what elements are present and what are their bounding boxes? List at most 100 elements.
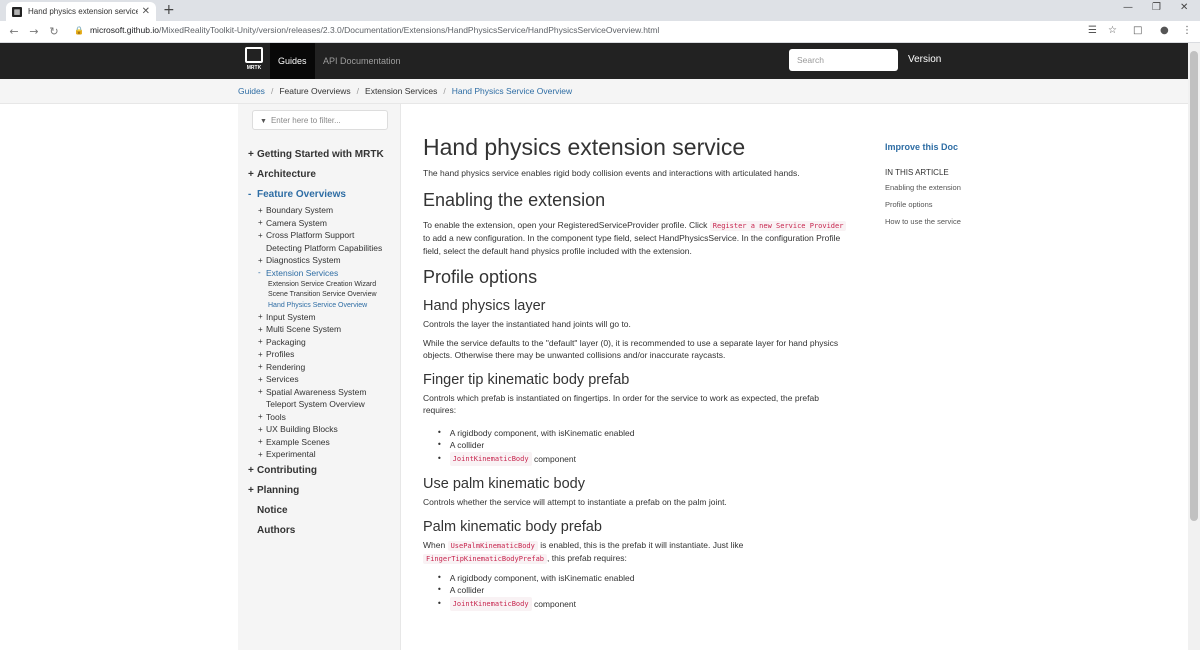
version-dropdown[interactable]: Version: [908, 54, 941, 65]
expand-icon[interactable]: +: [258, 437, 266, 446]
toc-item[interactable]: + Diagnostics System: [248, 254, 398, 267]
toc-item[interactable]: + Experimental: [248, 448, 398, 461]
minimize-icon[interactable]: —: [1123, 2, 1133, 13]
toc-extension-services[interactable]: - Extension Services: [248, 267, 398, 280]
toc-item[interactable]: Teleport System Overview: [248, 398, 398, 411]
expand-icon[interactable]: +: [258, 256, 266, 265]
toc-contributing[interactable]: + Contributing: [248, 461, 398, 481]
affix-link-enabling[interactable]: Enabling the extension: [885, 183, 1005, 200]
toc-subitem[interactable]: Extension Service Creation Wizard: [248, 279, 398, 290]
breadcrumb-current[interactable]: Hand Physics Service Overview: [452, 86, 572, 96]
affix-link-profile-options[interactable]: Profile options: [885, 200, 1005, 217]
affix-link-how-to-use[interactable]: How to use the service: [885, 217, 1005, 234]
bookmark-star-icon[interactable]: ☆: [1108, 25, 1117, 36]
expand-icon[interactable]: +: [258, 362, 266, 371]
toc-label: Boundary System: [266, 205, 334, 216]
browser-tab[interactable]: ▦ Hand physics extension service | ✕: [6, 2, 156, 21]
toc-item[interactable]: + Packaging: [248, 336, 398, 349]
text-fragment: component: [531, 453, 576, 464]
inline-code: Register a new Service Provider: [709, 220, 847, 231]
filter-placeholder: Enter here to filter...: [270, 116, 341, 125]
toc-label: Planning: [257, 485, 300, 496]
expand-icon[interactable]: +: [258, 425, 266, 434]
toc-planning[interactable]: + Planning: [248, 481, 398, 501]
toc-item[interactable]: + Profiles: [248, 348, 398, 361]
expand-icon[interactable]: +: [248, 169, 257, 180]
expand-icon[interactable]: +: [258, 325, 266, 334]
scrollbar-thumb[interactable]: [1190, 51, 1198, 521]
toc-subitem-current[interactable]: Hand Physics Service Overview: [248, 300, 398, 311]
expand-icon[interactable]: +: [258, 350, 266, 359]
expand-icon[interactable]: +: [258, 206, 266, 215]
back-icon[interactable]: ←: [4, 25, 24, 38]
expand-icon[interactable]: +: [248, 149, 257, 160]
nav-guides[interactable]: Guides: [270, 43, 315, 79]
layer-paragraph-2: While the service defaults to the "defau…: [423, 337, 839, 361]
toc-item[interactable]: + Example Scenes: [248, 436, 398, 449]
expand-icon[interactable]: +: [258, 387, 266, 396]
menu-kebab-icon[interactable]: ⋮: [1182, 25, 1192, 36]
breadcrumb-guides[interactable]: Guides: [238, 86, 265, 96]
finger-requirements-list: A rigidbody component, with isKinematic …: [437, 427, 853, 466]
toc-label: Feature Overviews: [257, 188, 346, 200]
toc-label: Contributing: [257, 465, 317, 476]
breadcrumb-feature-overviews[interactable]: Feature Overviews: [279, 86, 350, 96]
inline-code: JointKinematicBody: [449, 596, 532, 611]
toc-feature-overviews[interactable]: - Feature Overviews: [248, 184, 398, 204]
text-fragment: , this prefab requires:: [547, 553, 627, 563]
search-input[interactable]: Search: [789, 49, 898, 71]
toc-item[interactable]: + Cross Platform Support: [248, 229, 398, 242]
layer-paragraph-1: Controls the layer the instantiated hand…: [423, 319, 631, 329]
toc-label: Services: [266, 374, 299, 385]
intro-paragraph: The hand physics service enables rigid b…: [423, 168, 800, 178]
toc-item[interactable]: + Rendering: [248, 361, 398, 374]
nav-api-documentation[interactable]: API Documentation: [315, 43, 409, 79]
expand-icon[interactable]: +: [258, 218, 266, 227]
close-window-icon[interactable]: ✕: [1180, 2, 1188, 13]
breadcrumb-extension-services[interactable]: Extension Services: [365, 86, 437, 96]
expand-icon[interactable]: +: [258, 337, 266, 346]
toc-item[interactable]: + Input System: [248, 311, 398, 324]
expand-icon[interactable]: +: [258, 412, 266, 421]
toc-authors[interactable]: Authors: [248, 521, 398, 541]
expand-icon[interactable]: +: [258, 231, 266, 240]
expand-icon[interactable]: +: [258, 375, 266, 384]
toc-notice[interactable]: Notice: [248, 501, 398, 521]
browser-tab-bar: ▦ Hand physics extension service | ✕ + —…: [0, 0, 1200, 21]
improve-doc-link[interactable]: Improve this Doc: [885, 142, 1005, 152]
breadcrumb-separator: /: [443, 86, 446, 96]
mrtk-logo[interactable]: MRTK: [243, 47, 265, 75]
palm-requirements-list: A rigidbody component, with isKinematic …: [437, 572, 853, 611]
toc-subitem[interactable]: Scene Transition Service Overview: [248, 290, 398, 301]
forward-icon[interactable]: →: [24, 25, 44, 38]
filter-input[interactable]: ▼ Enter here to filter...: [252, 110, 388, 130]
toc-item[interactable]: + Spatial Awareness System: [248, 386, 398, 399]
toc-item[interactable]: + Boundary System: [248, 204, 398, 217]
close-tab-icon[interactable]: ✕: [142, 6, 150, 17]
profile-icon[interactable]: ●: [1160, 25, 1169, 36]
translate-icon[interactable]: ☰: [1088, 25, 1097, 36]
collapse-icon[interactable]: -: [248, 189, 257, 200]
toc-item[interactable]: + UX Building Blocks: [248, 423, 398, 436]
expand-icon[interactable]: +: [258, 312, 266, 321]
tab-title: Hand physics extension service |: [28, 7, 138, 16]
toc-item[interactable]: Detecting Platform Capabilities: [248, 242, 398, 255]
expand-icon[interactable]: +: [248, 465, 257, 476]
restore-icon[interactable]: ❐: [1152, 2, 1161, 13]
toc-getting-started[interactable]: + Getting Started with MRTK: [248, 144, 398, 164]
toc-item[interactable]: + Tools: [248, 411, 398, 424]
reload-icon[interactable]: ↻: [44, 25, 64, 38]
url-field[interactable]: 🔒 microsoft.github.io/MixedRealityToolki…: [74, 25, 659, 35]
collapse-icon[interactable]: -: [258, 268, 266, 277]
list-item: A rigidbody component, with isKinematic …: [437, 572, 853, 585]
new-tab-icon[interactable]: +: [163, 2, 175, 18]
toc-architecture[interactable]: + Architecture: [248, 164, 398, 184]
toc-item[interactable]: + Multi Scene System: [248, 323, 398, 336]
expand-icon[interactable]: +: [258, 450, 266, 459]
toc-item[interactable]: + Services: [248, 373, 398, 386]
expand-icon[interactable]: +: [248, 485, 257, 496]
toc-item[interactable]: + Camera System: [248, 217, 398, 230]
extension-icon[interactable]: □: [1133, 25, 1142, 36]
page-scrollbar[interactable]: [1188, 43, 1200, 650]
inline-code: UsePalmKinematicBody: [447, 540, 538, 551]
